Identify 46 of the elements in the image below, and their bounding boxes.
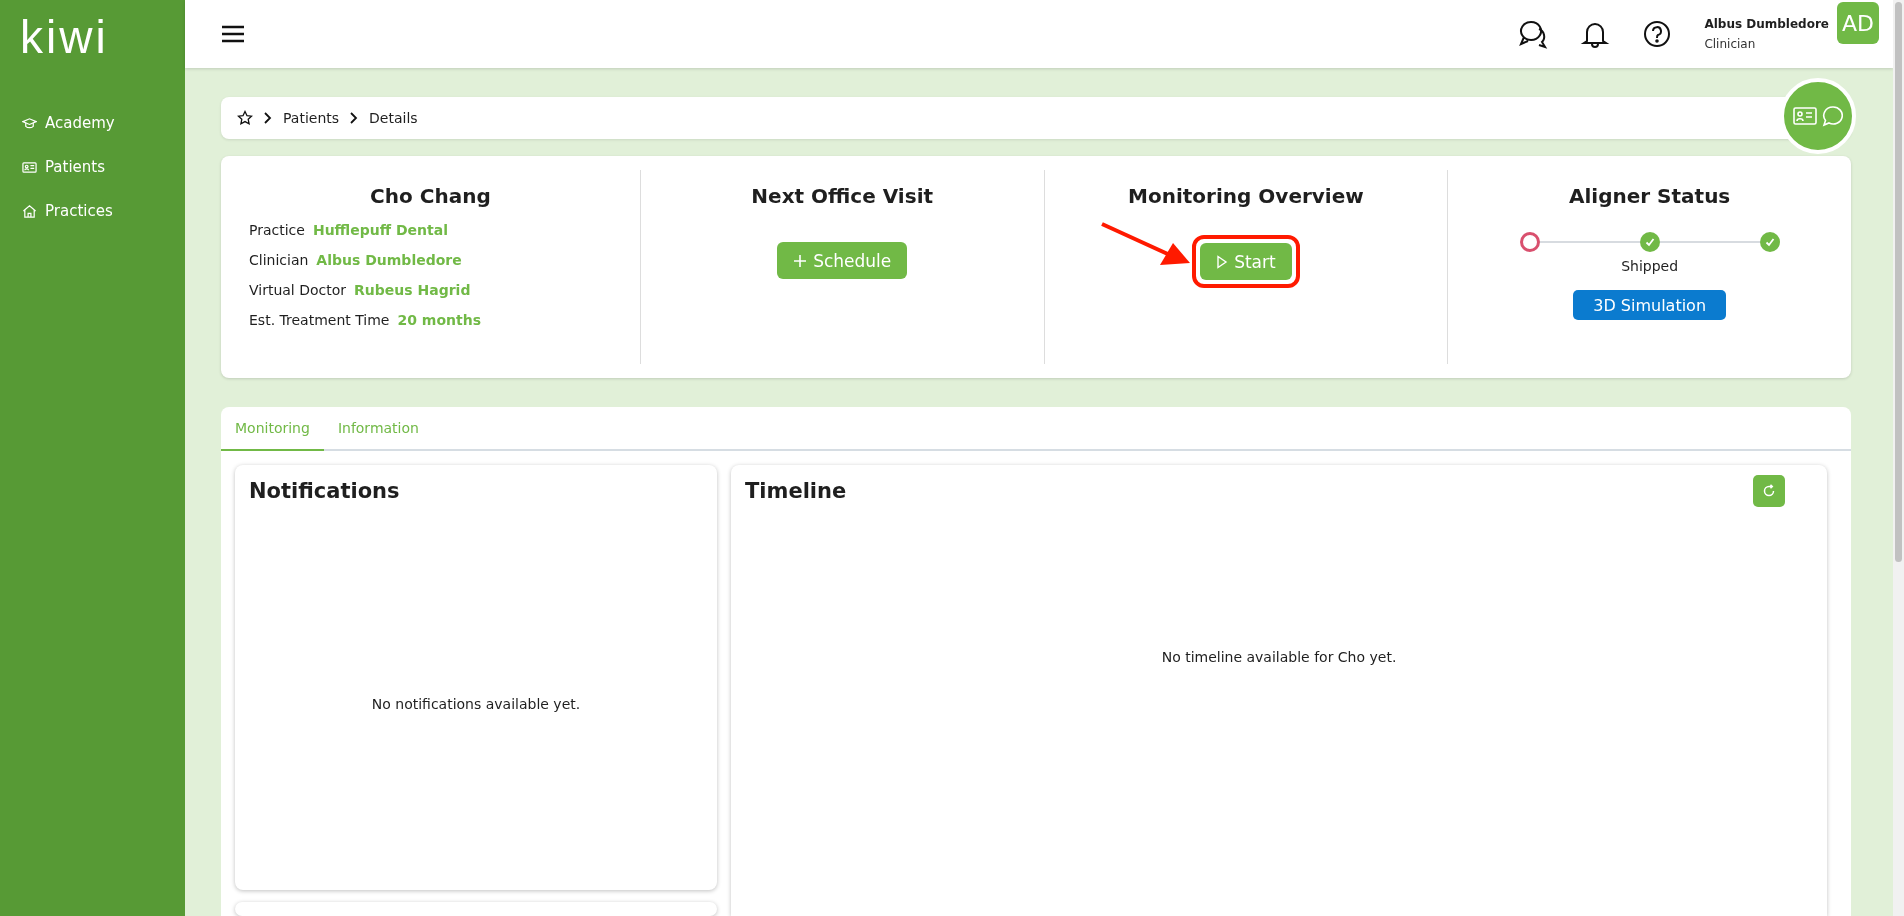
sidebar-item[interactable]: Patients [22, 152, 185, 182]
section-title: Next Office Visit [751, 184, 934, 208]
step-label: Shipped [1621, 258, 1679, 274]
breadcrumb-item[interactable]: Details [369, 110, 418, 126]
schedule-button[interactable]: Schedule [777, 242, 908, 279]
panel-title: Timeline [744, 478, 848, 505]
id-card-icon [22, 159, 37, 175]
menu-icon[interactable] [221, 24, 245, 44]
chevron-right-icon [263, 111, 273, 125]
3d-simulation-button[interactable]: 3D Simulation [1573, 290, 1727, 320]
field-label: Virtual Doctor [249, 282, 347, 298]
chat-bubbles-icon[interactable] [1518, 19, 1549, 49]
user-role: Clinician [1704, 37, 1757, 51]
field-value: Rubeus Hagrid [354, 282, 471, 298]
scrollbar[interactable] [1893, 0, 1904, 916]
field-value: Albus Dumbledore [316, 252, 462, 268]
chat-bubble-icon [1821, 105, 1843, 127]
section-title: Monitoring Overview [1128, 184, 1364, 208]
panel-title: Notifications [248, 478, 401, 505]
sidebar-item[interactable]: Practices [22, 196, 185, 226]
patient-name: Cho Chang [370, 184, 491, 208]
tab[interactable]: Information [323, 407, 433, 451]
refresh-icon [1762, 484, 1776, 498]
breadcrumb-item[interactable]: Patients [283, 110, 340, 126]
kiwi-logo: kiwi [19, 10, 110, 65]
field-value: Hufflepuff Dental [312, 222, 448, 238]
field-value: 20 months [397, 312, 481, 328]
section-title: Aligner Status [1568, 184, 1731, 208]
start-button[interactable]: Start [1200, 243, 1292, 280]
chevron-right-icon [349, 111, 360, 125]
tab[interactable]: Monitoring [221, 407, 324, 451]
graduation-cap-icon [22, 115, 37, 131]
empty-message: No notifications available yet. [371, 695, 581, 712]
user-avatar[interactable]: AD [1837, 2, 1879, 44]
id-card-icon [1793, 106, 1817, 126]
field-label: Clinician [249, 252, 309, 268]
star-icon[interactable] [237, 110, 253, 126]
play-icon [1216, 254, 1229, 269]
sidebar-item[interactable]: Academy [22, 108, 185, 138]
field-label: Practice [249, 222, 305, 238]
help-icon[interactable] [1642, 19, 1673, 49]
user-name: Albus Dumbledore [1704, 17, 1829, 31]
house-icon [22, 203, 37, 219]
field-label: Est. Treatment Time [249, 312, 390, 328]
plus-icon [793, 253, 808, 268]
empty-message: No timeline available for Cho yet. [1161, 648, 1397, 665]
